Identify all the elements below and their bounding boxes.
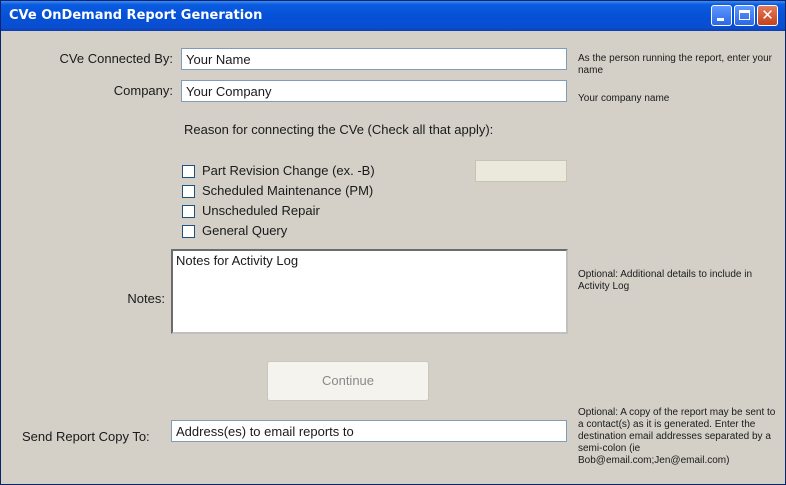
part-revision-checkbox[interactable] bbox=[182, 165, 195, 178]
general-query-label: General Query bbox=[202, 223, 288, 238]
connected-by-help: As the person running the report, enter … bbox=[578, 53, 773, 76]
notes-label: Notes: bbox=[127, 291, 165, 306]
maximize-icon bbox=[739, 10, 750, 20]
title-bar[interactable]: CVe OnDemand Report Generation ✕ bbox=[1, 1, 785, 31]
revision-input[interactable] bbox=[475, 160, 567, 182]
connected-by-label: CVe Connected By: bbox=[59, 51, 173, 66]
close-button[interactable]: ✕ bbox=[757, 5, 778, 26]
scheduled-maintenance-label: Scheduled Maintenance (PM) bbox=[202, 183, 374, 198]
minimize-button[interactable] bbox=[711, 5, 732, 26]
part-revision-label: Part Revision Change (ex. -B) bbox=[202, 163, 375, 178]
notes-help: Optional: Additional details to include … bbox=[578, 269, 753, 292]
company-input[interactable]: Your Company bbox=[181, 80, 567, 102]
close-icon: ✕ bbox=[761, 6, 774, 24]
reason-heading: Reason for connecting the CVe (Check all… bbox=[184, 122, 494, 137]
window-title: CVe OnDemand Report Generation bbox=[9, 8, 263, 23]
send-copy-label: Send Report Copy To: bbox=[22, 429, 150, 444]
maximize-button[interactable] bbox=[734, 5, 755, 26]
company-label: Company: bbox=[113, 83, 173, 98]
send-copy-help: Optional: A copy of the report may be se… bbox=[578, 407, 776, 466]
scheduled-maintenance-checkbox[interactable] bbox=[182, 185, 195, 198]
unscheduled-repair-checkbox[interactable] bbox=[182, 205, 195, 218]
notes-textarea[interactable]: Notes for Activity Log bbox=[171, 249, 568, 334]
company-help: Your company name bbox=[578, 93, 670, 104]
minimize-icon bbox=[717, 18, 724, 21]
report-generation-window: CVe OnDemand Report Generation ✕ CVe Con… bbox=[0, 0, 786, 485]
continue-button[interactable]: Continue bbox=[267, 361, 429, 401]
unscheduled-repair-label: Unscheduled Repair bbox=[202, 203, 320, 218]
general-query-checkbox[interactable] bbox=[182, 225, 195, 238]
connected-by-input[interactable]: Your Name bbox=[181, 48, 567, 70]
send-copy-input[interactable]: Address(es) to email reports to bbox=[171, 420, 567, 442]
